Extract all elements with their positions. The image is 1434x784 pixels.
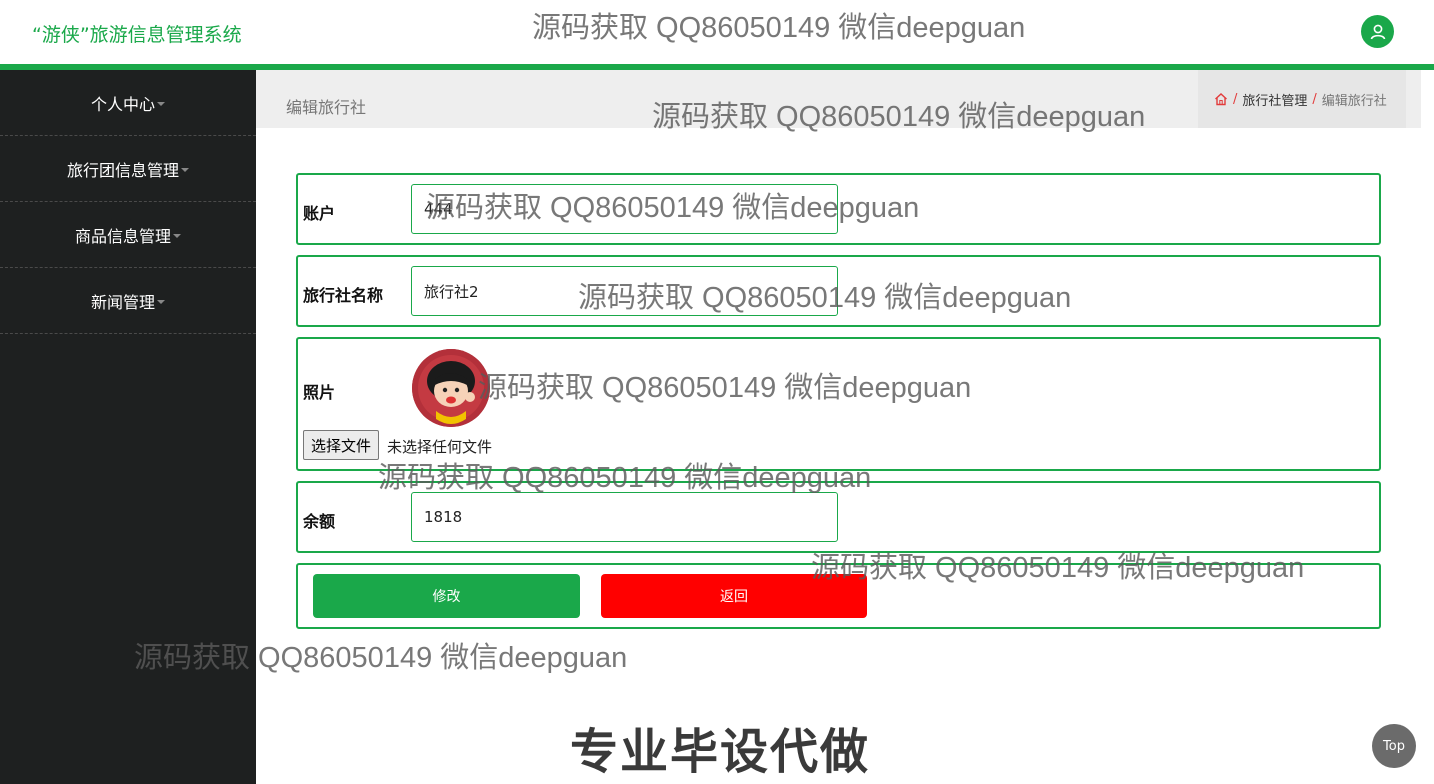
breadcrumb-separator: / [1312, 91, 1317, 107]
agency-photo [412, 349, 490, 427]
sidebar-item-label: 商品信息管理 [74, 226, 171, 246]
user-avatar-icon[interactable] [1361, 15, 1394, 48]
choose-file-button[interactable]: 选择文件 [303, 430, 380, 460]
balance-label: 余额 [303, 512, 336, 531]
account-field[interactable]: 444 [411, 184, 838, 234]
sidebar: 个人中心 旅行团信息管理 商品信息管理 新闻管理 [0, 70, 256, 784]
user-icon [1370, 24, 1385, 39]
photo-label: 照片 [303, 383, 336, 402]
form-row-actions: 修改 返回 [296, 563, 1381, 629]
back-button[interactable]: 返回 [601, 574, 867, 618]
breadcrumb-current: 编辑旅行社 [1321, 93, 1387, 109]
caret-down-icon [181, 167, 189, 172]
file-status-text: 未选择任何文件 [387, 438, 493, 456]
save-button[interactable]: 修改 [313, 574, 580, 618]
home-icon[interactable] [1214, 92, 1228, 106]
main-content: 编辑旅行社 / 旅行社管理 / 编辑旅行社 账户 444 旅行社名称 旅行社2 … [256, 70, 1434, 784]
sidebar-item-tour-groups[interactable]: 旅行团信息管理 [0, 136, 256, 202]
sidebar-item-products[interactable]: 商品信息管理 [0, 202, 256, 268]
breadcrumb: / 旅行社管理 / 编辑旅行社 [1198, 70, 1406, 128]
page-title: 编辑旅行社 [286, 98, 367, 117]
caret-down-icon [173, 233, 181, 238]
sidebar-item-news[interactable]: 新闻管理 [0, 268, 256, 334]
account-label: 账户 [303, 204, 336, 223]
form-row-account: 账户 444 [296, 173, 1381, 245]
form-row-balance: 余额 1818 [296, 481, 1381, 553]
form-row-photo: 照片 选择文件 未选择任何文件 [296, 337, 1381, 471]
breadcrumb-separator: / [1233, 91, 1238, 107]
app-title: “游侠”旅游信息管理系统 [32, 24, 242, 46]
sidebar-item-label: 个人中心 [90, 94, 155, 114]
caret-down-icon [157, 299, 165, 304]
cartoon-avatar-image [412, 349, 490, 427]
breadcrumb-section-link[interactable]: 旅行社管理 [1242, 90, 1307, 109]
sidebar-item-label: 新闻管理 [90, 292, 155, 312]
back-to-top-button[interactable]: Top [1372, 724, 1416, 768]
sidebar-item-profile[interactable]: 个人中心 [0, 70, 256, 136]
form-row-agency-name: 旅行社名称 旅行社2 [296, 255, 1381, 327]
agency-name-field[interactable]: 旅行社2 [411, 266, 838, 316]
top-header: “游侠”旅游信息管理系统 [0, 0, 1434, 64]
balance-field[interactable]: 1818 [411, 492, 838, 542]
sidebar-item-label: 旅行团信息管理 [66, 160, 179, 180]
caret-down-icon [157, 101, 165, 106]
title-bar: 编辑旅行社 / 旅行社管理 / 编辑旅行社 [256, 70, 1421, 128]
agency-name-label: 旅行社名称 [303, 286, 384, 305]
promo-banner-text: 专业毕设代做 [570, 724, 871, 780]
